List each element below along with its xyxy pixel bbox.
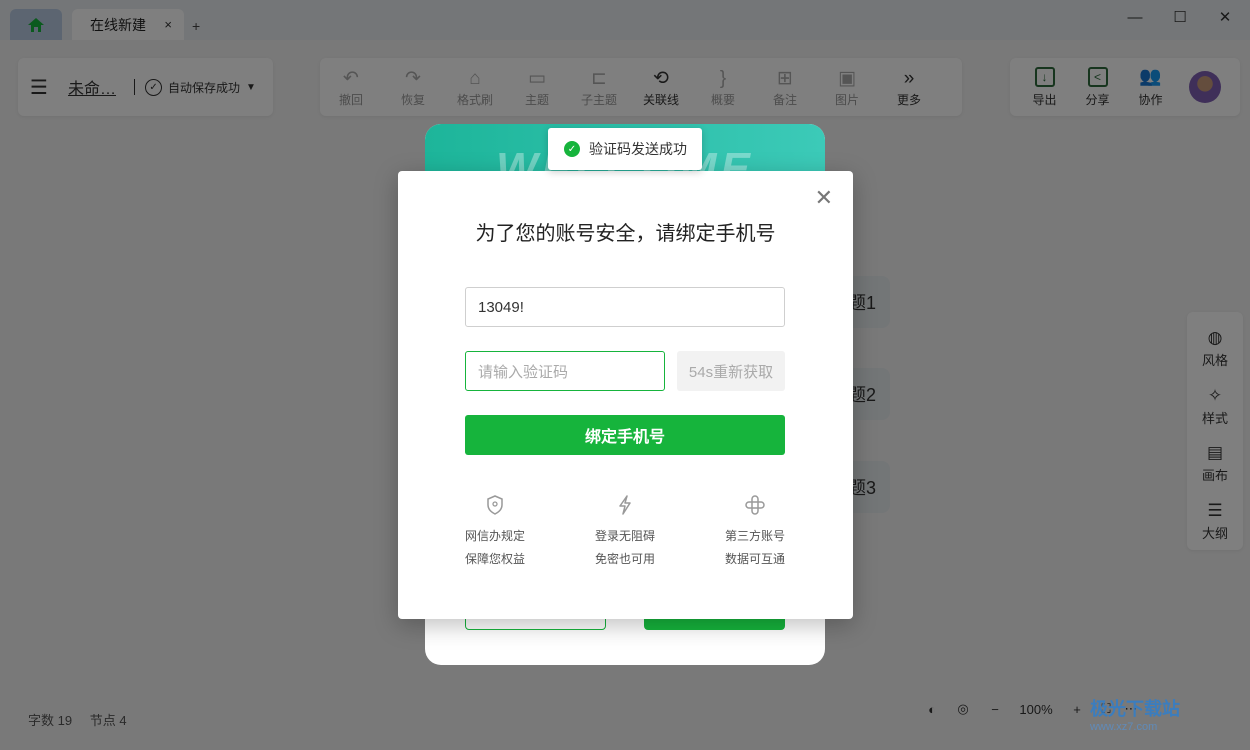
link-icon [745, 495, 765, 525]
feature-line2: 数据可互通 [724, 552, 785, 566]
lightning-icon [617, 495, 633, 525]
shield-icon [486, 495, 504, 525]
bind-phone-dialog: ✕ 为了您的账号安全，请绑定手机号 13049! 请输入验证码 54s重新获取 … [398, 171, 853, 619]
watermark-url: www.xz7.com [1090, 721, 1158, 733]
check-circle-icon: ✓ [564, 141, 580, 157]
toast-message: 验证码发送成功 [589, 141, 687, 157]
watermark-logo: 极光下载站 www.xz7.com [1090, 695, 1180, 733]
feature-line1: 网信办规定 [464, 529, 525, 543]
feature-line2: 免密也可用 [594, 552, 655, 566]
feature-line1: 第三方账号 [724, 529, 785, 543]
feature-line2: 保障您权益 [464, 552, 525, 566]
phone-input[interactable]: 13049! [465, 287, 785, 327]
dialog-title: 为了您的账号安全，请绑定手机号 [475, 223, 776, 245]
close-icon[interactable]: ✕ [815, 187, 833, 209]
feature-item: 登录无阻碍 免密也可用 [580, 495, 670, 571]
feature-item: 网信办规定 保障您权益 [450, 495, 540, 571]
success-toast: ✓ 验证码发送成功 [548, 128, 702, 170]
watermark-text: 极光下载站 [1090, 699, 1180, 719]
bind-phone-button[interactable]: 绑定手机号 [465, 415, 785, 455]
feature-item: 第三方账号 数据可互通 [710, 495, 800, 571]
feature-line1: 登录无阻碍 [594, 529, 655, 543]
resend-code-button[interactable]: 54s重新获取 [677, 351, 785, 391]
verification-code-input[interactable]: 请输入验证码 [465, 351, 665, 391]
